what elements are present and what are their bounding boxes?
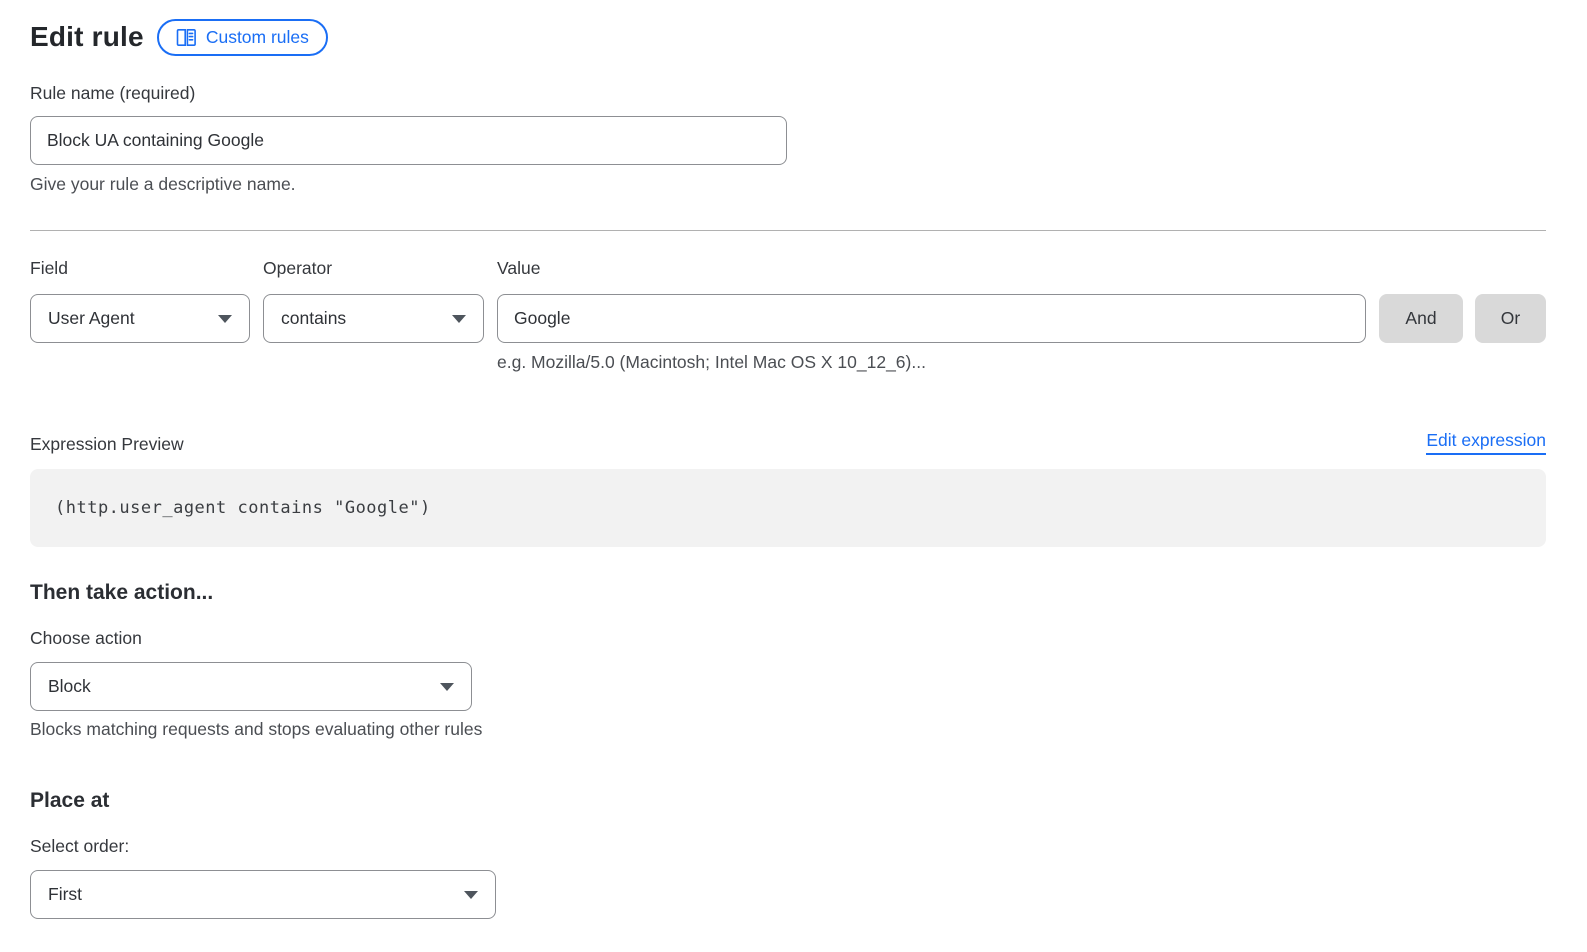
choose-action-label: Choose action [30, 628, 1546, 649]
section-divider [30, 230, 1546, 231]
edit-rule-form: Edit rule Custom rules Rule name (requir… [0, 0, 1587, 919]
rule-name-help: Give your rule a descriptive name. [30, 174, 1546, 195]
value-label: Value [497, 258, 1366, 279]
value-input[interactable] [497, 294, 1366, 343]
value-help: e.g. Mozilla/5.0 (Macintosh; Intel Mac O… [497, 352, 1546, 373]
rule-name-input[interactable] [30, 116, 787, 165]
order-dropdown[interactable]: First [30, 870, 496, 919]
custom-rules-badge[interactable]: Custom rules [157, 19, 328, 56]
expression-preview-label: Expression Preview [30, 434, 184, 455]
open-book-icon [176, 28, 197, 47]
or-button[interactable]: Or [1475, 294, 1546, 343]
custom-rules-badge-label: Custom rules [206, 27, 309, 48]
rule-name-label: Rule name (required) [30, 83, 1546, 104]
operator-dropdown[interactable]: contains [263, 294, 484, 343]
action-dropdown[interactable]: Block [30, 662, 472, 711]
page-header: Edit rule Custom rules [30, 18, 1546, 56]
action-section-heading: Then take action... [30, 581, 1546, 605]
select-order-label: Select order: [30, 836, 1546, 857]
caret-down-icon [218, 315, 232, 323]
edit-expression-link[interactable]: Edit expression [1426, 430, 1546, 455]
expression-preview-box: (http.user_agent contains "Google") [30, 469, 1546, 547]
field-label: Field [30, 258, 250, 279]
caret-down-icon [440, 683, 454, 691]
and-button[interactable]: And [1379, 294, 1463, 343]
caret-down-icon [464, 891, 478, 899]
operator-label: Operator [263, 258, 484, 279]
operator-dropdown-value: contains [281, 308, 346, 329]
order-dropdown-value: First [48, 884, 82, 905]
page-title: Edit rule [30, 21, 144, 53]
field-dropdown-value: User Agent [48, 308, 135, 329]
place-at-heading: Place at [30, 789, 1546, 813]
caret-down-icon [452, 315, 466, 323]
action-help: Blocks matching requests and stops evalu… [30, 719, 1546, 740]
expression-code: (http.user_agent contains "Google") [55, 498, 431, 518]
field-dropdown[interactable]: User Agent [30, 294, 250, 343]
condition-row: Field User Agent Operator contains Value… [30, 258, 1546, 343]
action-dropdown-value: Block [48, 676, 91, 697]
